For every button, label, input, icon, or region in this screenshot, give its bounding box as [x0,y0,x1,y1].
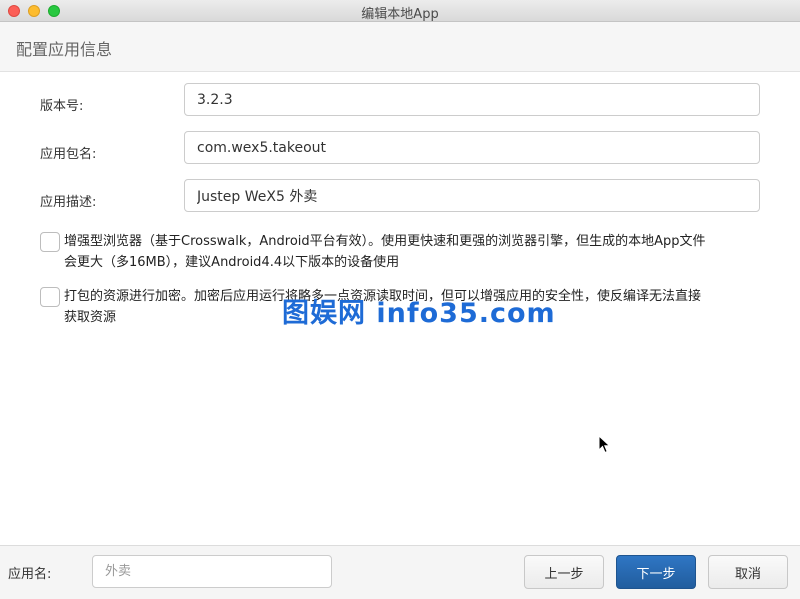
window-titlebar: 编辑本地App [0,0,800,22]
page-title: 配置应用信息 [16,40,113,59]
footer-bar: 应用名: 上一步 下一步 取消 [0,545,800,599]
cancel-button[interactable]: 取消 [708,555,788,589]
description-input[interactable] [184,179,760,212]
enhanced-browser-checkbox[interactable] [40,232,60,252]
description-label: 应用描述: [40,195,97,210]
version-label: 版本号: [40,99,84,114]
version-input[interactable] [184,83,760,116]
next-step-button[interactable]: 下一步 [616,555,696,589]
window-title: 编辑本地App [361,7,439,22]
package-name-input[interactable] [184,131,760,164]
package-name-label: 应用包名: [40,147,97,162]
enhanced-browser-line-2: 会更大（多16MB），建议Android4.4以下版本的设备使用 [64,255,400,270]
watermark-text: 图娱网 info35.com [282,298,556,329]
page-header: 配置应用信息 [0,22,800,72]
mouse-cursor-icon [598,435,611,454]
enhanced-browser-line-1: 增强型浏览器（基于Crosswalk，Android平台有效）。使用更快速和更强… [64,234,706,249]
enhanced-browser-description: 增强型浏览器（基于Crosswalk，Android平台有效）。使用更快速和更强… [64,231,764,273]
encrypt-resources-checkbox[interactable] [40,287,60,307]
app-name-input[interactable] [92,555,332,588]
app-name-label: 应用名: [8,567,52,582]
previous-step-button[interactable]: 上一步 [524,555,604,589]
